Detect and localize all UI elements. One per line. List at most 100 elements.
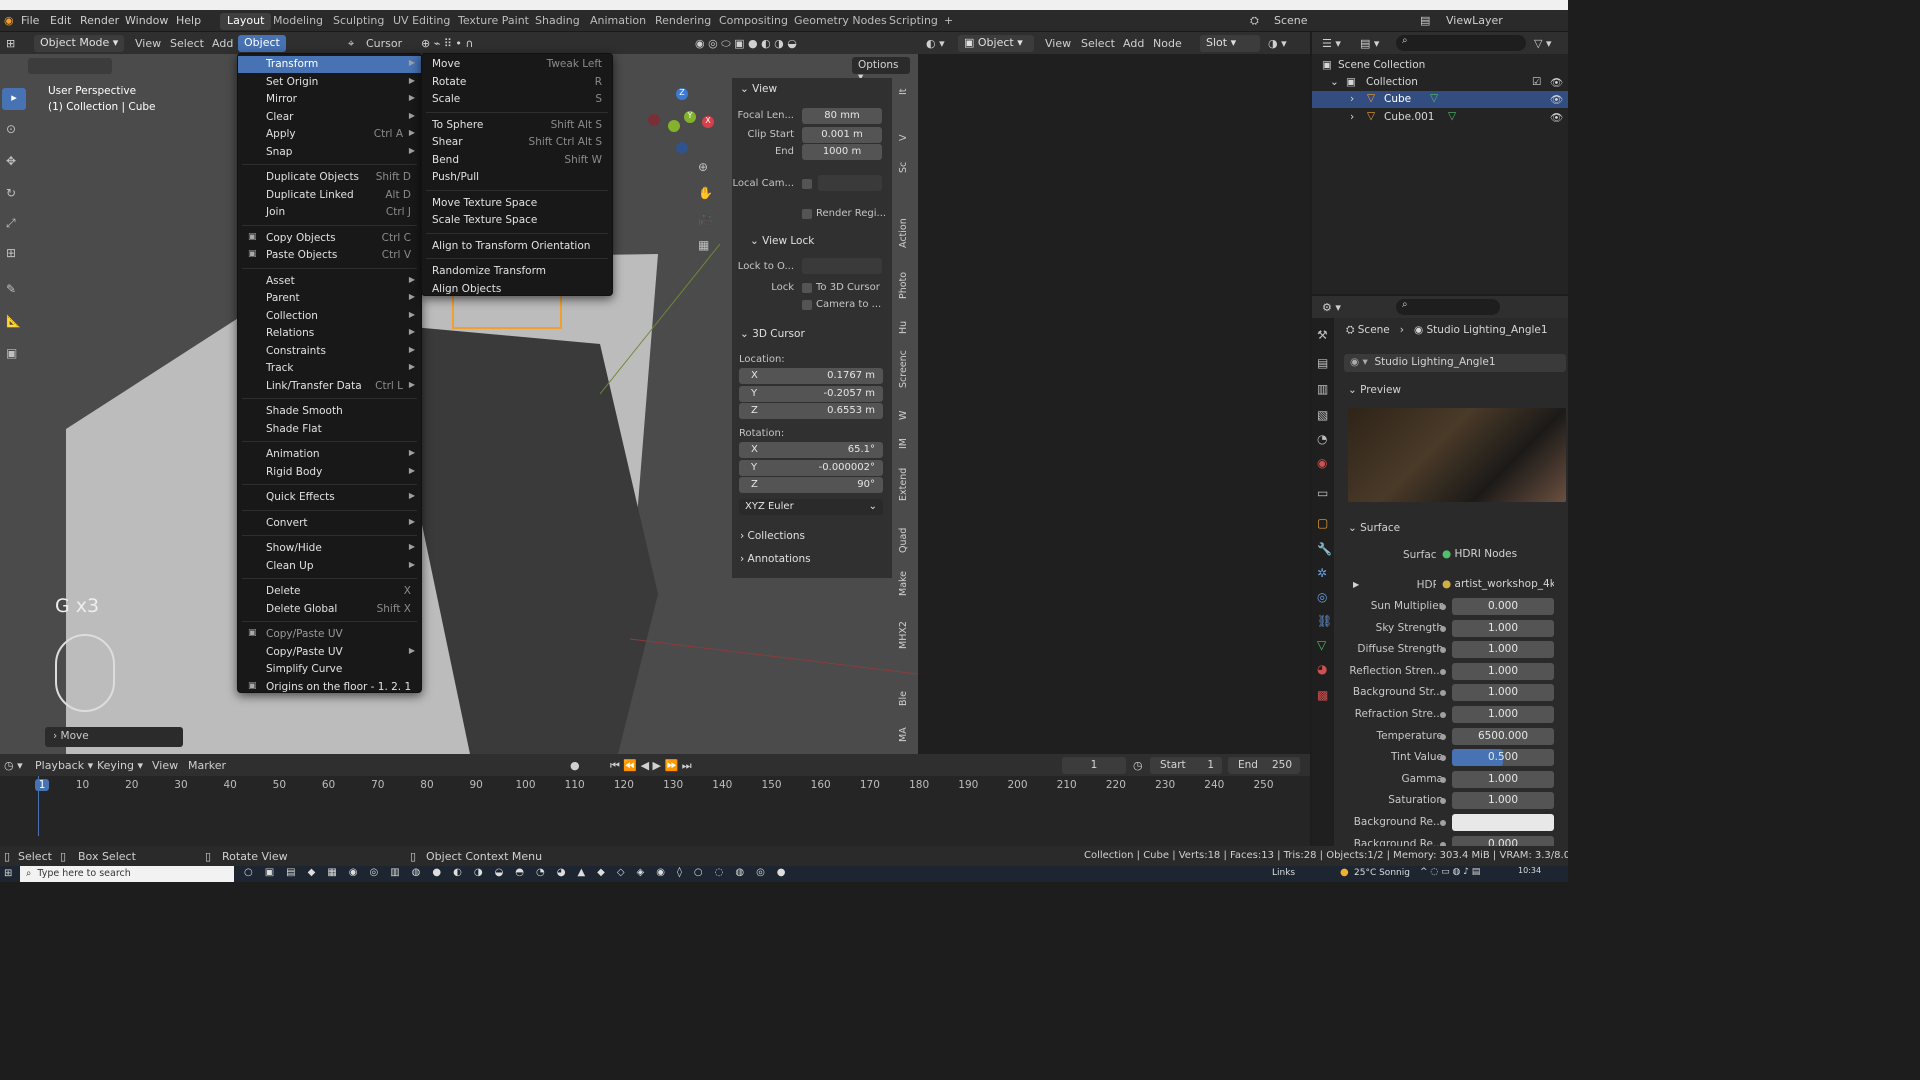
system-tray-icons[interactable]: ^ ◌ ▭ ◍ ♪ ▤ — [1420, 867, 1480, 877]
workspace-tab-compositing[interactable]: Compositing — [712, 13, 795, 30]
preview-section-header[interactable]: ⌄ Preview — [1348, 384, 1401, 396]
menu-item-scale-texture-space[interactable]: Scale Texture Space — [422, 212, 612, 229]
eye-icon[interactable]: 👁 — [1550, 111, 1563, 124]
menu-item-scale[interactable]: Scale S — [422, 91, 612, 108]
gizmo-x-axis[interactable]: X — [702, 116, 714, 128]
menu-item-move-texture-space[interactable]: Move Texture Space — [422, 195, 612, 212]
eye-icon[interactable]: 👁 — [1550, 93, 1563, 106]
menu-item-rigid-body[interactable]: Rigid Body ▶ — [238, 464, 421, 481]
gizmo-neg-y[interactable] — [668, 120, 680, 132]
workspace-tab-rendering[interactable]: Rendering — [648, 13, 718, 30]
local-camera-checkbox[interactable] — [802, 179, 812, 189]
taskbar-clock[interactable]: 10:34 — [1518, 866, 1541, 875]
lock-camera-checkbox[interactable] — [802, 300, 812, 310]
visibility-icon[interactable]: ◉ ◎ ⬭ ▣ ● ◐ ◑ ◒ — [695, 37, 797, 51]
menu-item-join[interactable]: Join Ctrl J — [238, 204, 421, 221]
cursor-loc-z-field[interactable]: Z 0.6553 m — [739, 403, 883, 419]
menu-item-bend[interactable]: Bend Shift W — [422, 152, 612, 169]
timeline-type-icon[interactable]: ◷ ▾ — [4, 759, 23, 772]
property-value-field[interactable]: 1.000 — [1452, 662, 1554, 680]
node-shading-icon[interactable]: ◑ ▾ — [1268, 37, 1287, 50]
menu-item-clean-up[interactable]: Clean Up ▶ — [238, 558, 421, 575]
menu-item-shade-flat[interactable]: Shade Flat — [238, 421, 421, 438]
timeline-menu-view[interactable]: View — [152, 759, 178, 772]
taskbar-weather[interactable]: 25°C Sonnig — [1354, 868, 1410, 878]
workspace-tab-scripting[interactable]: Scripting — [882, 13, 945, 30]
menu-item-duplicate-objects[interactable]: Duplicate Objects Shift D — [238, 169, 421, 186]
sidebar-tab-sc[interactable]: Sc — [898, 156, 914, 178]
menu-item-track[interactable]: Track ▶ — [238, 360, 421, 377]
sidebar-tab-make[interactable]: Make — [898, 565, 914, 601]
filter-icon[interactable]: ▽ ▾ — [1534, 37, 1551, 50]
scale-tool-icon[interactable]: ⤢ — [6, 216, 16, 231]
local-camera-field[interactable] — [818, 175, 882, 191]
property-value-field[interactable]: 1.000 — [1452, 641, 1554, 659]
gizmo-neg-x[interactable] — [648, 114, 660, 126]
gizmo-z-axis[interactable]: Z — [676, 88, 688, 100]
display-mode-icon[interactable]: ▤ ▾ — [1360, 37, 1379, 50]
viewlayer-selector[interactable]: ViewLayer — [1446, 14, 1503, 27]
taskbar-app-icons[interactable]: ○▣▤◆▦◉◎▥◍●◐◑◒◓◔◕▲◆◇◈◉◊○◌◍◎● — [244, 867, 798, 878]
menu-item-copy-paste-uv[interactable]: Copy/Paste UV ▶ — [238, 644, 421, 661]
menu-item-randomize-transform[interactable]: Randomize Transform — [422, 263, 612, 280]
outliner-item-cube[interactable]: › ▽ Cube ▽ 👁 — [1312, 91, 1568, 108]
node-menu-select[interactable]: Select — [1081, 37, 1115, 50]
annotate-tool-icon[interactable]: ✎ — [6, 282, 16, 296]
playback-controls[interactable]: ⏮ ⏪ ◀ ▶ ⏩ ⏭ — [610, 759, 692, 773]
object-tab-icon[interactable]: ▢ — [1317, 516, 1328, 530]
viewport-menu-view[interactable]: View — [135, 37, 161, 50]
menu-item-link-transfer-data[interactable]: Link/Transfer Data Ctrl L ▶ — [238, 378, 421, 395]
menu-item-copy-objects[interactable]: ▣ Copy Objects Ctrl C — [238, 230, 421, 247]
sidebar-tab-im[interactable]: IM — [898, 433, 914, 455]
options-dropdown[interactable]: Options ▾ — [852, 57, 910, 83]
workspace-tab-shading[interactable]: Shading — [528, 13, 587, 30]
render-tab-icon[interactable]: ▤ — [1317, 356, 1328, 370]
menu-item-paste-objects[interactable]: ▣ Paste Objects Ctrl V — [238, 247, 421, 264]
outliner-scene-collection[interactable]: ▣ Scene Collection — [1312, 57, 1568, 74]
menu-item-snap[interactable]: Snap ▶ — [238, 144, 421, 161]
cursor-loc-x-field[interactable]: X 0.1767 m — [739, 368, 883, 384]
properties-type-icon[interactable]: ⚙ ▾ — [1322, 301, 1341, 314]
add-workspace-button[interactable]: + — [937, 13, 960, 30]
property-value-field[interactable]: 1.000 — [1452, 770, 1554, 788]
cursor-rot-x-field[interactable]: X 65.1° — [739, 442, 883, 458]
workspace-tab-animation[interactable]: Animation — [583, 13, 653, 30]
sidebar-tab-photo[interactable]: Photo — [898, 265, 914, 305]
menu-item-align-objects[interactable]: Align Objects — [422, 281, 612, 298]
last-operator-panel[interactable]: › Move — [45, 727, 183, 747]
move-tool-icon[interactable]: ✥ — [6, 154, 16, 168]
breadcrumb-world[interactable]: Studio Lighting_Angle1 — [1427, 324, 1548, 336]
breadcrumb-scene[interactable]: Scene — [1358, 324, 1390, 336]
lock-3d-cursor-checkbox[interactable] — [802, 283, 812, 293]
blender-logo-icon[interactable]: ◉ — [4, 14, 14, 27]
viewport-menu-add[interactable]: Add — [212, 37, 233, 50]
editor-type-icon[interactable]: ⊞ — [6, 37, 15, 50]
gizmo-y-axis[interactable]: Y — [684, 111, 696, 123]
tool-tab-icon[interactable]: ⚒ — [1317, 328, 1328, 342]
workspace-tab-texture-paint[interactable]: Texture Paint — [451, 13, 536, 30]
node-editor-type-icon[interactable]: ◐ ▾ — [926, 37, 945, 50]
sidebar-tab-ma[interactable]: MA — [898, 722, 914, 748]
sidebar-tab-mhx2[interactable]: MHX2 — [898, 612, 914, 658]
menu-item-apply[interactable]: Apply Ctrl A ▶ — [238, 126, 421, 143]
select-mode-buttons[interactable] — [28, 58, 112, 74]
menu-item-delete-global[interactable]: Delete Global Shift X — [238, 601, 421, 618]
menu-item-clear[interactable]: Clear ▶ — [238, 109, 421, 126]
menu-item-animation[interactable]: Animation ▶ — [238, 446, 421, 463]
timeline-menu-keying[interactable]: Keying ▾ — [97, 759, 143, 772]
menu-edit[interactable]: Edit — [50, 14, 71, 27]
zoom-icon[interactable]: ⊕ — [698, 160, 708, 174]
annotations-header[interactable]: › Annotations — [740, 553, 811, 565]
property-value-field[interactable]: 6500.000 — [1452, 727, 1554, 745]
node-menu-add[interactable]: Add — [1123, 37, 1144, 50]
cursor-rot-y-field[interactable]: Y -0.000002° — [739, 459, 883, 476]
outliner-collection[interactable]: ⌄ ▣ Collection ☑ 👁 — [1312, 74, 1568, 91]
data-tab-icon[interactable]: ▽ — [1317, 638, 1326, 652]
menu-item-quick-effects[interactable]: Quick Effects ▶ — [238, 489, 421, 506]
pivot-icon[interactable]: ⌖ — [348, 37, 354, 51]
menu-item-shear[interactable]: Shear Shift Ctrl Alt S — [422, 134, 612, 151]
property-value-field[interactable]: 1.000 — [1452, 792, 1554, 810]
menu-item-shade-smooth[interactable]: Shade Smooth — [238, 403, 421, 420]
viewport-menu-select[interactable]: Select — [170, 37, 204, 50]
world-tab-icon[interactable]: ◉ — [1317, 456, 1327, 470]
